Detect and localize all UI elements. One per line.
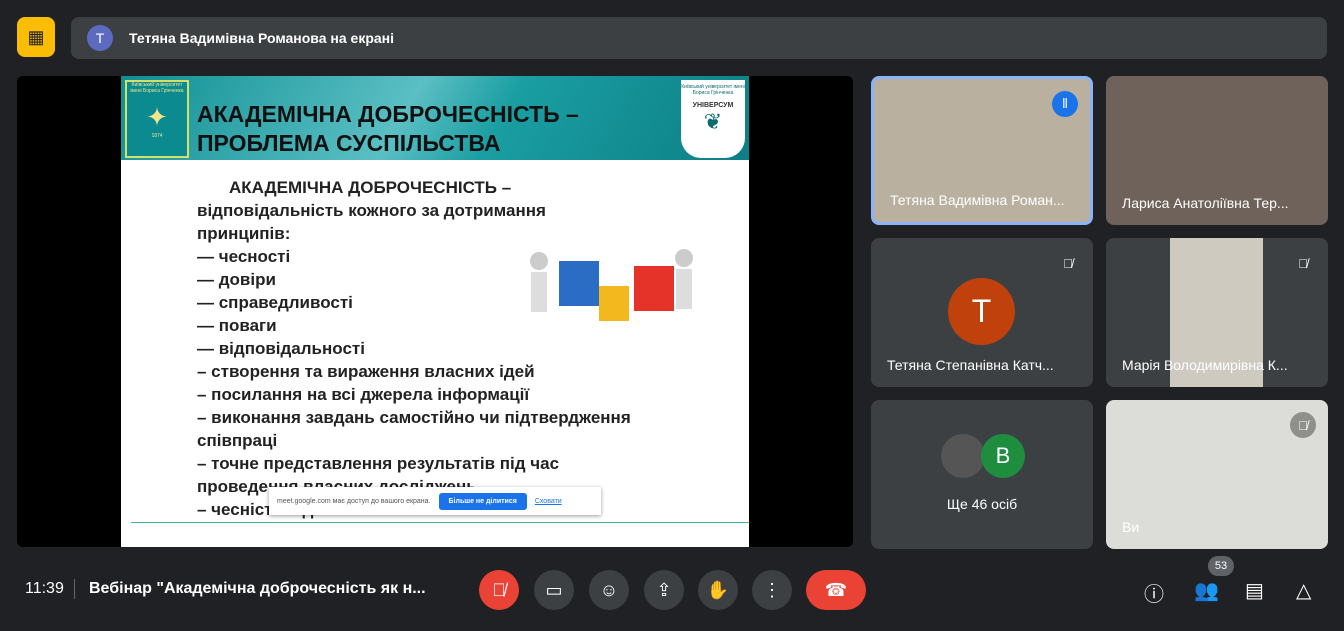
raise-hand-button[interactable]: ✋ [698,570,738,610]
universum-logo: Київський університет імені Бориса Грінч… [681,80,745,158]
logo-name: УНІВЕРСУМ [692,102,734,109]
slide-text-line: – виконання завдань самостійно чи підтве… [197,408,631,427]
reactions-button[interactable]: ☺ [589,570,629,610]
participant-name: Лариса Анатоліївна Тер... [1122,195,1289,211]
participant-tile[interactable]: 🎙̸ Марія Володимирівна К... [1106,238,1328,387]
presenting-text: Тетяна Вадимівна Романова на екрані [129,30,395,46]
mic-off-icon: 🎙̸ [492,579,506,600]
slide: Київський університет імені Бориса Грінч… [121,76,749,547]
slide-text-line: – посилання на всі джерела інформації [197,385,530,404]
people-icon: 👥 [1194,580,1219,602]
present-screen-icon: ⇪ [656,579,672,600]
camera-icon: ▭ [545,579,563,600]
self-tile[interactable]: 🎙̸ Ви [1106,400,1328,549]
participant-tile[interactable]: 🎙̸ T Тетяна Степанівна Катч... [871,238,1093,387]
activities-button[interactable]: △ [1296,578,1311,603]
participant-name: Тетяна Вадимівна Роман... [890,192,1065,208]
camera-toggle-button[interactable]: ▭ [534,570,574,610]
share-notice-text: meet.google.com має доступ до вашого екр… [277,497,431,505]
slide-text-line: – створення та вираження власних ідей [197,362,535,381]
clock: 11:39 [25,580,64,597]
avatar: T [948,278,1015,345]
avatar: B [981,434,1025,478]
university-logo: Київський університет імені Бориса Грінч… [125,80,189,158]
participant-tile[interactable]: ⦀ Тетяна Вадимівна Роман... [871,76,1093,225]
hide-link[interactable]: Сховати [535,498,562,505]
present-button[interactable]: ⇪ [644,570,684,610]
title-line: ПРОБЛЕМА СУСПІЛЬСТВА [197,130,501,156]
participant-tile[interactable]: Лариса Анатоліївна Тер... [1106,76,1328,225]
participant-count-badge: 53 [1208,556,1234,576]
participant-name: Марія Володимирівна К... [1122,357,1288,373]
slide-divider [131,522,749,523]
avatar [941,434,985,478]
activities-icon: △ [1296,580,1312,602]
presentation-off-icon[interactable]: ▦ [17,17,55,57]
stop-sharing-button[interactable]: Більше не ділитися [438,492,527,510]
hang-up-icon: ☎ [824,579,848,600]
hand-icon: ✋ [706,579,730,600]
more-participants-tile[interactable]: B Ще 46 осіб [871,400,1093,549]
slide-header: Київський університет імені Бориса Грінч… [121,76,749,160]
slide-text-line: АКАДЕМІЧНА ДОБРОЧЕСНІСТЬ – [229,178,512,197]
presenting-banner: T Тетяна Вадимівна Романова на екрані [71,17,1327,59]
more-options-button[interactable]: ⋮ [752,570,792,610]
meeting-title: Вебінар "Академічна доброчесність як н..… [89,580,426,597]
speaking-icon: ⦀ [1052,91,1078,117]
mic-off-icon: 🎙̸ [1298,255,1308,271]
participant-name: Ви [1122,519,1140,535]
chat-button[interactable]: ▤ [1245,578,1264,603]
emoji-icon: ☺ [599,579,619,600]
logo-text: Київський університет імені Бориса Грінч… [130,82,184,94]
screen-share-notice: meet.google.com має доступ до вашого екр… [269,487,601,515]
puzzle-people-illustration [530,249,693,321]
meeting-info-button[interactable]: ⓘ [1144,578,1164,607]
chat-icon: ▤ [1245,580,1264,602]
mic-off-icon: 🎙̸ [1063,255,1073,271]
slide-text-line: відповідальність кожного за дотримання [197,201,546,220]
slide-title: АКАДЕМІЧНА ДОБРОЧЕСНІСТЬ – ПРОБЛЕМА СУСПІ… [197,100,579,158]
logo-text: Київський університет імені Бориса Грінч… [681,84,745,96]
more-vert-icon: ⋮ [763,579,781,600]
more-participants-label: Ще 46 осіб [946,496,1018,512]
presentation-stage: Київський університет імені Бориса Грінч… [17,76,853,547]
participant-name: Тетяна Степанівна Катч... [887,357,1054,373]
presenter-avatar: T [87,25,113,51]
divider [74,579,75,599]
mic-off-icon: 🎙̸ [1290,412,1316,438]
slide-text-line: співпраці [197,431,278,450]
mic-toggle-button[interactable]: 🎙̸ [479,570,519,610]
people-button[interactable]: 👥 [1194,578,1219,603]
leave-call-button[interactable]: ☎ [806,570,866,610]
slide-text-line: принципів: [197,224,291,243]
slide-text-line: – точне представлення результатів під ча… [197,454,560,473]
title-line: АКАДЕМІЧНА ДОБРОЧЕСНІСТЬ – [197,101,579,127]
logo-year: 1874 [151,133,163,139]
